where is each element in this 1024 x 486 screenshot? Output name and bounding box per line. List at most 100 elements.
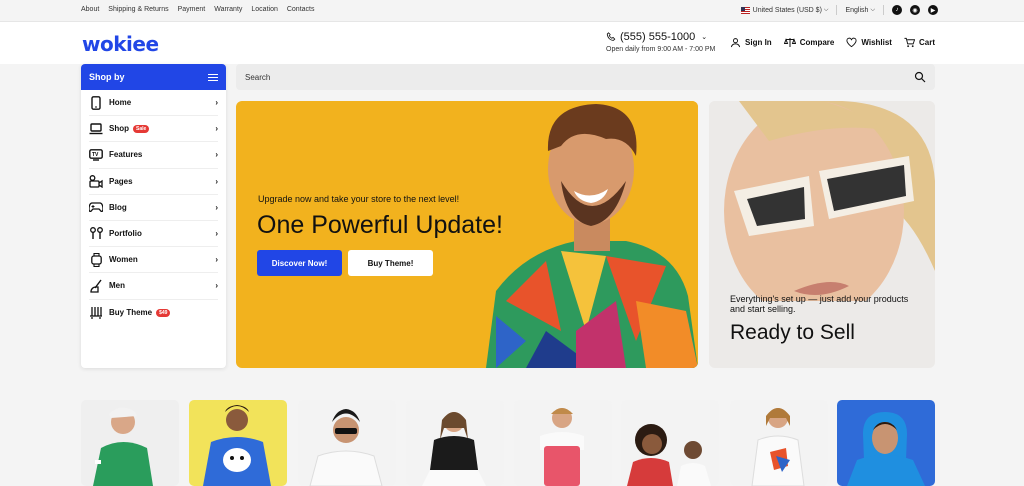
about-link[interactable]: About	[81, 6, 99, 13]
product-image	[627, 424, 711, 486]
currency-selector[interactable]: United States (USD $) ⌵	[740, 6, 829, 14]
chevron-down-icon: ⌵	[823, 6, 829, 13]
language-selector[interactable]: English ⌵	[845, 7, 875, 14]
sidebar-item-portfolio[interactable]: Portfolio ›	[89, 221, 218, 248]
chevron-right-icon: ›	[215, 202, 218, 212]
tiktok-icon[interactable]: ♪	[892, 5, 902, 15]
shipping-link[interactable]: Shipping & Returns	[108, 6, 168, 13]
instagram-icon[interactable]: ◉	[910, 5, 920, 15]
product-image	[751, 408, 805, 486]
user-icon	[730, 38, 741, 48]
heater-icon	[89, 306, 103, 320]
product-image	[309, 409, 383, 486]
svg-text:TV: TV	[92, 152, 99, 158]
wishlist-label: Wishlist	[861, 38, 892, 47]
sidebar-header[interactable]: Shop by	[81, 64, 226, 90]
logo[interactable]: wokiee	[82, 32, 159, 56]
hero-title: One Powerful Update!	[257, 211, 503, 239]
divider	[883, 5, 884, 15]
header: wokiee (555) 555-1000 ⌄ Open daily from …	[0, 22, 1024, 64]
gamepad-icon	[89, 200, 103, 214]
wishlist-button[interactable]: Wishlist	[846, 37, 892, 48]
location-link[interactable]: Location	[251, 6, 277, 13]
phone-icon	[606, 32, 616, 41]
sidebar-item-label: Men	[109, 281, 125, 291]
laptop-icon	[89, 122, 103, 136]
chevron-right-icon: ›	[215, 229, 218, 239]
sunglasses-model-image	[709, 101, 935, 301]
earbuds-icon	[89, 227, 103, 241]
product-thumbnail[interactable]	[514, 400, 612, 486]
chevron-right-icon: ›	[215, 281, 218, 291]
sign-in-button[interactable]: Sign In	[730, 37, 772, 48]
cart-icon	[904, 37, 915, 48]
sidebar-item-pages[interactable]: Pages ›	[89, 169, 218, 195]
watch-icon	[89, 252, 103, 267]
product-thumbnail[interactable]	[730, 400, 828, 486]
chevron-down-icon: ⌵	[870, 6, 875, 13]
sidebar-item-shop[interactable]: Shop Sale ›	[89, 116, 218, 143]
top-right-controls: United States (USD $) ⌵ English ⌵ ♪ ◉ ▶	[740, 5, 938, 15]
sidebar-item-label: Women	[109, 255, 138, 265]
page: About Shipping & Returns Payment Warrant…	[0, 0, 1024, 486]
contacts-link[interactable]: Contacts	[287, 6, 315, 13]
sidebar-item-label: Blog	[109, 202, 127, 212]
opening-hours: Open daily from 9:00 AM - 7:00 PM	[606, 46, 716, 53]
price-badge: $49	[156, 308, 171, 317]
sidebar-item-women[interactable]: Women ›	[89, 247, 218, 274]
product-thumbnail[interactable]	[406, 400, 504, 486]
sidebar-item-label: Buy Theme	[109, 308, 153, 318]
us-flag-icon	[740, 6, 750, 14]
sidebar-item-men[interactable]: Men ›	[89, 273, 218, 300]
payment-link[interactable]: Payment	[178, 6, 206, 13]
product-thumbnail[interactable]	[189, 400, 287, 486]
camera-icon	[89, 174, 103, 188]
search-icon[interactable]	[914, 71, 926, 83]
cart-button[interactable]: Cart	[904, 37, 935, 48]
phone-block[interactable]: (555) 555-1000 ⌄ Open daily from 9:00 AM…	[606, 31, 715, 53]
banner-title: Ready to Sell	[730, 321, 855, 344]
product-thumbnail[interactable]	[298, 400, 396, 486]
top-bar: About Shipping & Returns Payment Warrant…	[0, 0, 1024, 22]
compare-icon	[783, 38, 796, 47]
sidebar-item-label: Pages	[109, 176, 133, 186]
product-thumbnail[interactable]	[81, 400, 179, 486]
tv-icon: TV	[89, 148, 103, 162]
vacuum-icon	[89, 279, 103, 293]
buy-theme-button[interactable]: Buy Theme!	[348, 250, 433, 276]
search-bar	[236, 64, 935, 90]
search-input[interactable]	[245, 72, 914, 82]
chevron-right-icon: ›	[215, 176, 218, 186]
language-label: English	[845, 6, 869, 14]
sidebar-item-label: Shop	[109, 124, 129, 134]
sidebar-item-blog[interactable]: Blog ›	[89, 195, 218, 221]
warranty-link[interactable]: Warranty	[214, 6, 242, 13]
shop-by-sidebar: Shop by Home › Shop Sale › TV Features ›…	[81, 64, 226, 368]
sidebar-item-label: Home	[109, 98, 132, 108]
sidebar-title: Shop by	[89, 72, 125, 82]
hero-banner[interactable]: Upgrade now and take your store to the n…	[236, 101, 698, 368]
heart-icon	[846, 37, 857, 48]
sidebar-item-features[interactable]: TV Features ›	[89, 142, 218, 169]
sidebar-item-buy-theme[interactable]: Buy Theme $49	[89, 300, 218, 326]
top-links: About Shipping & Returns Payment Warrant…	[81, 6, 314, 13]
compare-button[interactable]: Compare	[783, 37, 835, 48]
product-thumbnail[interactable]	[621, 400, 719, 486]
compare-label: Compare	[799, 38, 835, 47]
chevron-right-icon: ›	[215, 255, 218, 265]
banner-text: Everything's set up — just add your prod…	[730, 294, 909, 314]
cart-label: Cart	[918, 38, 935, 47]
phone-icon	[89, 95, 103, 110]
sign-in-label: Sign In	[745, 38, 772, 47]
product-image	[203, 405, 271, 486]
sidebar-item-label: Features	[109, 150, 143, 160]
sidebar-item-home[interactable]: Home ›	[89, 90, 218, 117]
phone-number: (555) 555-1000	[620, 31, 696, 43]
youtube-icon[interactable]: ▶	[928, 5, 938, 15]
product-image	[540, 408, 584, 486]
discover-now-button[interactable]: Discover Now!	[257, 250, 342, 276]
chevron-right-icon: ›	[215, 98, 218, 108]
menu-icon	[208, 73, 218, 81]
ready-to-sell-banner[interactable]: Everything's set up — just add your prod…	[709, 101, 935, 368]
product-thumbnail[interactable]	[837, 400, 935, 486]
